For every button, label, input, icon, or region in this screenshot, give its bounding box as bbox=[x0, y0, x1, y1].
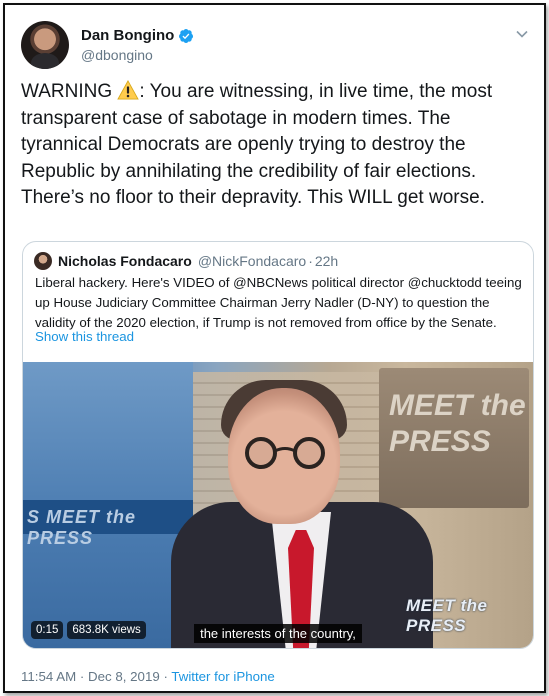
warning-icon bbox=[117, 80, 140, 100]
video-badges: 0:15 683.8K views bbox=[31, 620, 146, 640]
quoted-text: Liberal hackery. Here's VIDEO of @NBCNew… bbox=[35, 275, 522, 330]
tweet-header: Dan Bongino @dbongino bbox=[21, 21, 531, 69]
footer-separator-2: · bbox=[159, 669, 172, 684]
chevron-down-icon[interactable] bbox=[515, 27, 529, 41]
author-handle[interactable]: @dbongino bbox=[81, 47, 153, 63]
quoted-timestamp: 22h bbox=[314, 253, 339, 269]
tweet-text-lead: WARNING bbox=[21, 81, 118, 102]
author-name-row[interactable]: Dan Bongino bbox=[81, 27, 194, 44]
video-time: 0:15 bbox=[31, 621, 64, 639]
video-stripe-text: S MEET the PRESS bbox=[27, 507, 137, 548]
tweet-footer: 11:54 AM · Dec 8, 2019 · Twitter for iPh… bbox=[21, 669, 275, 684]
author-name[interactable]: Dan Bongino bbox=[81, 27, 174, 44]
quoted-header: Nicholas Fondacaro @NickFondacaro · 22h bbox=[34, 251, 338, 271]
show-thread-link[interactable]: Show this thread bbox=[35, 329, 134, 344]
tweet-time[interactable]: 11:54 AM bbox=[21, 669, 76, 684]
video-set-stripe: S MEET the PRESS bbox=[23, 500, 193, 548]
tweet-source-link[interactable]: Twitter for iPhone bbox=[171, 669, 274, 684]
video-person-glasses bbox=[245, 437, 325, 469]
quoted-tweet[interactable]: Nicholas Fondacaro @NickFondacaro · 22h … bbox=[22, 241, 534, 649]
avatar[interactable] bbox=[21, 21, 69, 69]
quoted-author-name: Nicholas Fondacaro bbox=[58, 253, 192, 269]
quoted-avatar bbox=[34, 252, 52, 270]
tweet-date[interactable]: Dec 8, 2019 bbox=[88, 669, 160, 684]
verified-badge-icon bbox=[179, 28, 194, 43]
video-set-panel: S MEET the PRESS bbox=[23, 362, 193, 648]
video-player[interactable]: S MEET the PRESS MEET the PRESS MEET the… bbox=[23, 362, 533, 648]
video-caption-text: the interests of the country, bbox=[194, 624, 362, 643]
quoted-author-handle: @NickFondacaro bbox=[197, 253, 307, 269]
footer-separator: · bbox=[76, 669, 89, 684]
video-set-sign: MEET the PRESS bbox=[379, 368, 529, 508]
tweet-text: WARNING : You are witnessing, in live ti… bbox=[21, 79, 536, 212]
quoted-separator: · bbox=[308, 253, 313, 269]
video-set-sign-text: MEET the PRESS bbox=[389, 389, 526, 458]
tweet-card: Dan Bongino @dbongino WARNING : You are … bbox=[3, 3, 546, 693]
video-views: 683.8K views bbox=[67, 621, 146, 639]
